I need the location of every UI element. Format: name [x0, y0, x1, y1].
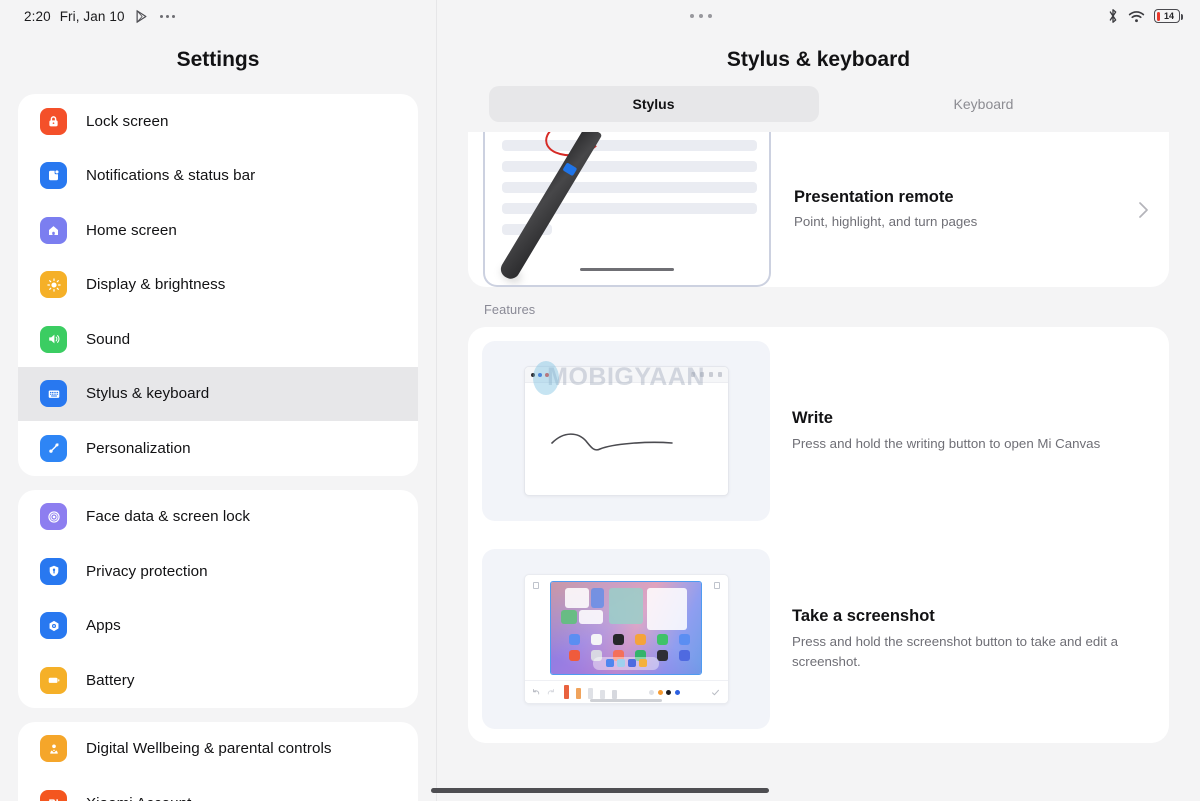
sidebar-item-digital-wellbeing[interactable]: Digital Wellbeing & parental controls — [18, 722, 418, 777]
drawing-tool-icons — [564, 685, 618, 699]
confirm-check-icon — [711, 688, 720, 697]
tab-keyboard[interactable]: Keyboard — [819, 86, 1149, 122]
sidebar-item-personalization[interactable]: Personalization — [18, 421, 418, 476]
feature-screenshot-subtitle: Press and hold the screenshot button to … — [792, 634, 1118, 669]
stylus-keyboard-tabs[interactable]: Stylus Keyboard — [488, 86, 1149, 122]
speaker-icon — [40, 325, 67, 353]
person-wellbeing-icon — [40, 735, 67, 763]
chevron-right-icon[interactable] — [1138, 132, 1169, 287]
feature-write-title: Write — [792, 408, 833, 427]
sidebar-item-label: Stylus & keyboard — [86, 385, 210, 403]
detail-title: Stylus & keyboard — [726, 48, 911, 71]
sidebar-item-label: Personalization — [86, 439, 191, 457]
feature-screenshot-title: Take a screenshot — [792, 607, 935, 626]
presentation-remote-card[interactable]: Presentation remote Point, highlight, an… — [468, 132, 1169, 287]
sidebar-item-home-screen[interactable]: Home screen — [18, 203, 418, 258]
sidebar-item-battery[interactable]: Battery — [18, 653, 418, 708]
sidebar-item-label: Digital Wellbeing & parental controls — [86, 740, 332, 758]
screenshot-illustration — [482, 549, 770, 729]
screenshot-editor-toolbar — [524, 680, 728, 703]
page-title: Settings — [176, 48, 260, 71]
sidebar-item-sound[interactable]: Sound — [18, 312, 418, 367]
sidebar-item-label: Sound — [86, 330, 131, 348]
sidebar-item-lock-screen[interactable]: Lock screen — [18, 94, 418, 149]
sidebar-group-3: Digital Wellbeing & parental controls Xi… — [18, 721, 418, 801]
color-swatch-row — [649, 689, 680, 695]
presentation-remote-illustration — [482, 132, 772, 287]
sidebar-item-label: Display & brightness — [86, 276, 226, 294]
sidebar-item-label: Notifications & status bar — [86, 167, 256, 185]
undo-redo-icons — [532, 688, 555, 697]
keyboard-icon — [40, 380, 67, 408]
feature-write-text: Write Press and hold the writing button … — [770, 409, 1155, 453]
screenshot-canvas — [525, 575, 728, 680]
sidebar-group-1: Lock screen Notifications & status bar H… — [18, 94, 418, 476]
settings-sidebar[interactable]: Settings Lock screen Notifications & sta… — [0, 0, 437, 801]
brightness-icon — [40, 271, 67, 299]
presentation-remote-subtitle: Point, highlight, and turn pages — [794, 213, 978, 229]
home-indicator-bar[interactable] — [431, 788, 769, 793]
lock-icon — [40, 107, 67, 135]
presentation-remote-text: Presentation remote Point, highlight, an… — [772, 132, 1138, 287]
watermark-o-highlight — [533, 361, 559, 395]
feature-write-subtitle: Press and hold the writing button to ope… — [792, 435, 1101, 451]
face-scan-icon — [40, 503, 67, 531]
feature-screenshot-row[interactable]: Take a screenshot Press and hold the scr… — [468, 535, 1169, 743]
sidebar-item-apps[interactable]: Apps — [18, 599, 418, 654]
editor-scroll-handle — [590, 699, 662, 702]
home-screen-dock — [593, 656, 659, 670]
write-illustration: MOBIGYAAN — [482, 341, 770, 521]
watermark-text: MOBIGYAAN — [547, 363, 705, 391]
tablet-screen: 2:20 Fri, Jan 10 14 Settings Lock screen… — [0, 0, 1200, 801]
sidebar-item-stylus-keyboard[interactable]: Stylus & keyboard — [18, 366, 418, 421]
sidebar-item-face-data[interactable]: Face data & screen lock — [18, 490, 418, 545]
sidebar-item-notifications[interactable]: Notifications & status bar — [18, 149, 418, 204]
sidebar-item-label: Privacy protection — [86, 562, 208, 580]
sidebar-item-label: Face data & screen lock — [86, 508, 251, 526]
features-section-label: Features — [484, 302, 536, 317]
sidebar-item-label: Xiaomi Account — [86, 795, 191, 801]
sidebar-item-label: Lock screen — [86, 112, 169, 130]
sidebar-scroll-area[interactable]: Lock screen Notifications & status bar H… — [0, 94, 436, 801]
sidebar-item-label: Apps — [86, 617, 121, 635]
magic-wand-icon — [40, 434, 67, 462]
mi-logo-icon — [40, 789, 67, 801]
shield-icon — [40, 557, 67, 585]
feature-write-row[interactable]: MOBIGYAAN Write Press and hold the writi… — [468, 327, 1169, 535]
home-icon — [40, 216, 67, 244]
home-screen-preview — [550, 580, 702, 675]
sidebar-group-2: Face data & screen lock Privacy protecti… — [18, 489, 418, 708]
tablet-document-mock — [483, 132, 771, 287]
battery-icon — [40, 666, 67, 694]
detail-scroll-area[interactable]: Presentation remote Point, highlight, an… — [437, 132, 1200, 801]
tab-stylus[interactable]: Stylus — [488, 86, 819, 122]
sidebar-item-privacy-protection[interactable]: Privacy protection — [18, 544, 418, 599]
feature-screenshot-text: Take a screenshot Press and hold the scr… — [770, 607, 1155, 671]
presentation-remote-title: Presentation remote — [794, 187, 954, 206]
screenshot-editor-mock — [523, 574, 729, 704]
sidebar-item-display-brightness[interactable]: Display & brightness — [18, 258, 418, 313]
sidebar-item-label: Home screen — [86, 221, 177, 239]
features-card-stack: MOBIGYAAN Write Press and hold the writi… — [468, 327, 1169, 743]
handwriting-stroke — [550, 433, 673, 451]
apps-hexagon-icon — [40, 612, 67, 640]
sidebar-item-xiaomi-account[interactable]: Xiaomi Account — [18, 776, 418, 801]
document-scroll-handle — [580, 268, 674, 271]
notification-icon — [40, 162, 67, 190]
sidebar-item-label: Battery — [86, 671, 135, 689]
detail-panel: Stylus & keyboard Stylus Keyboard Presen… — [437, 0, 1200, 801]
